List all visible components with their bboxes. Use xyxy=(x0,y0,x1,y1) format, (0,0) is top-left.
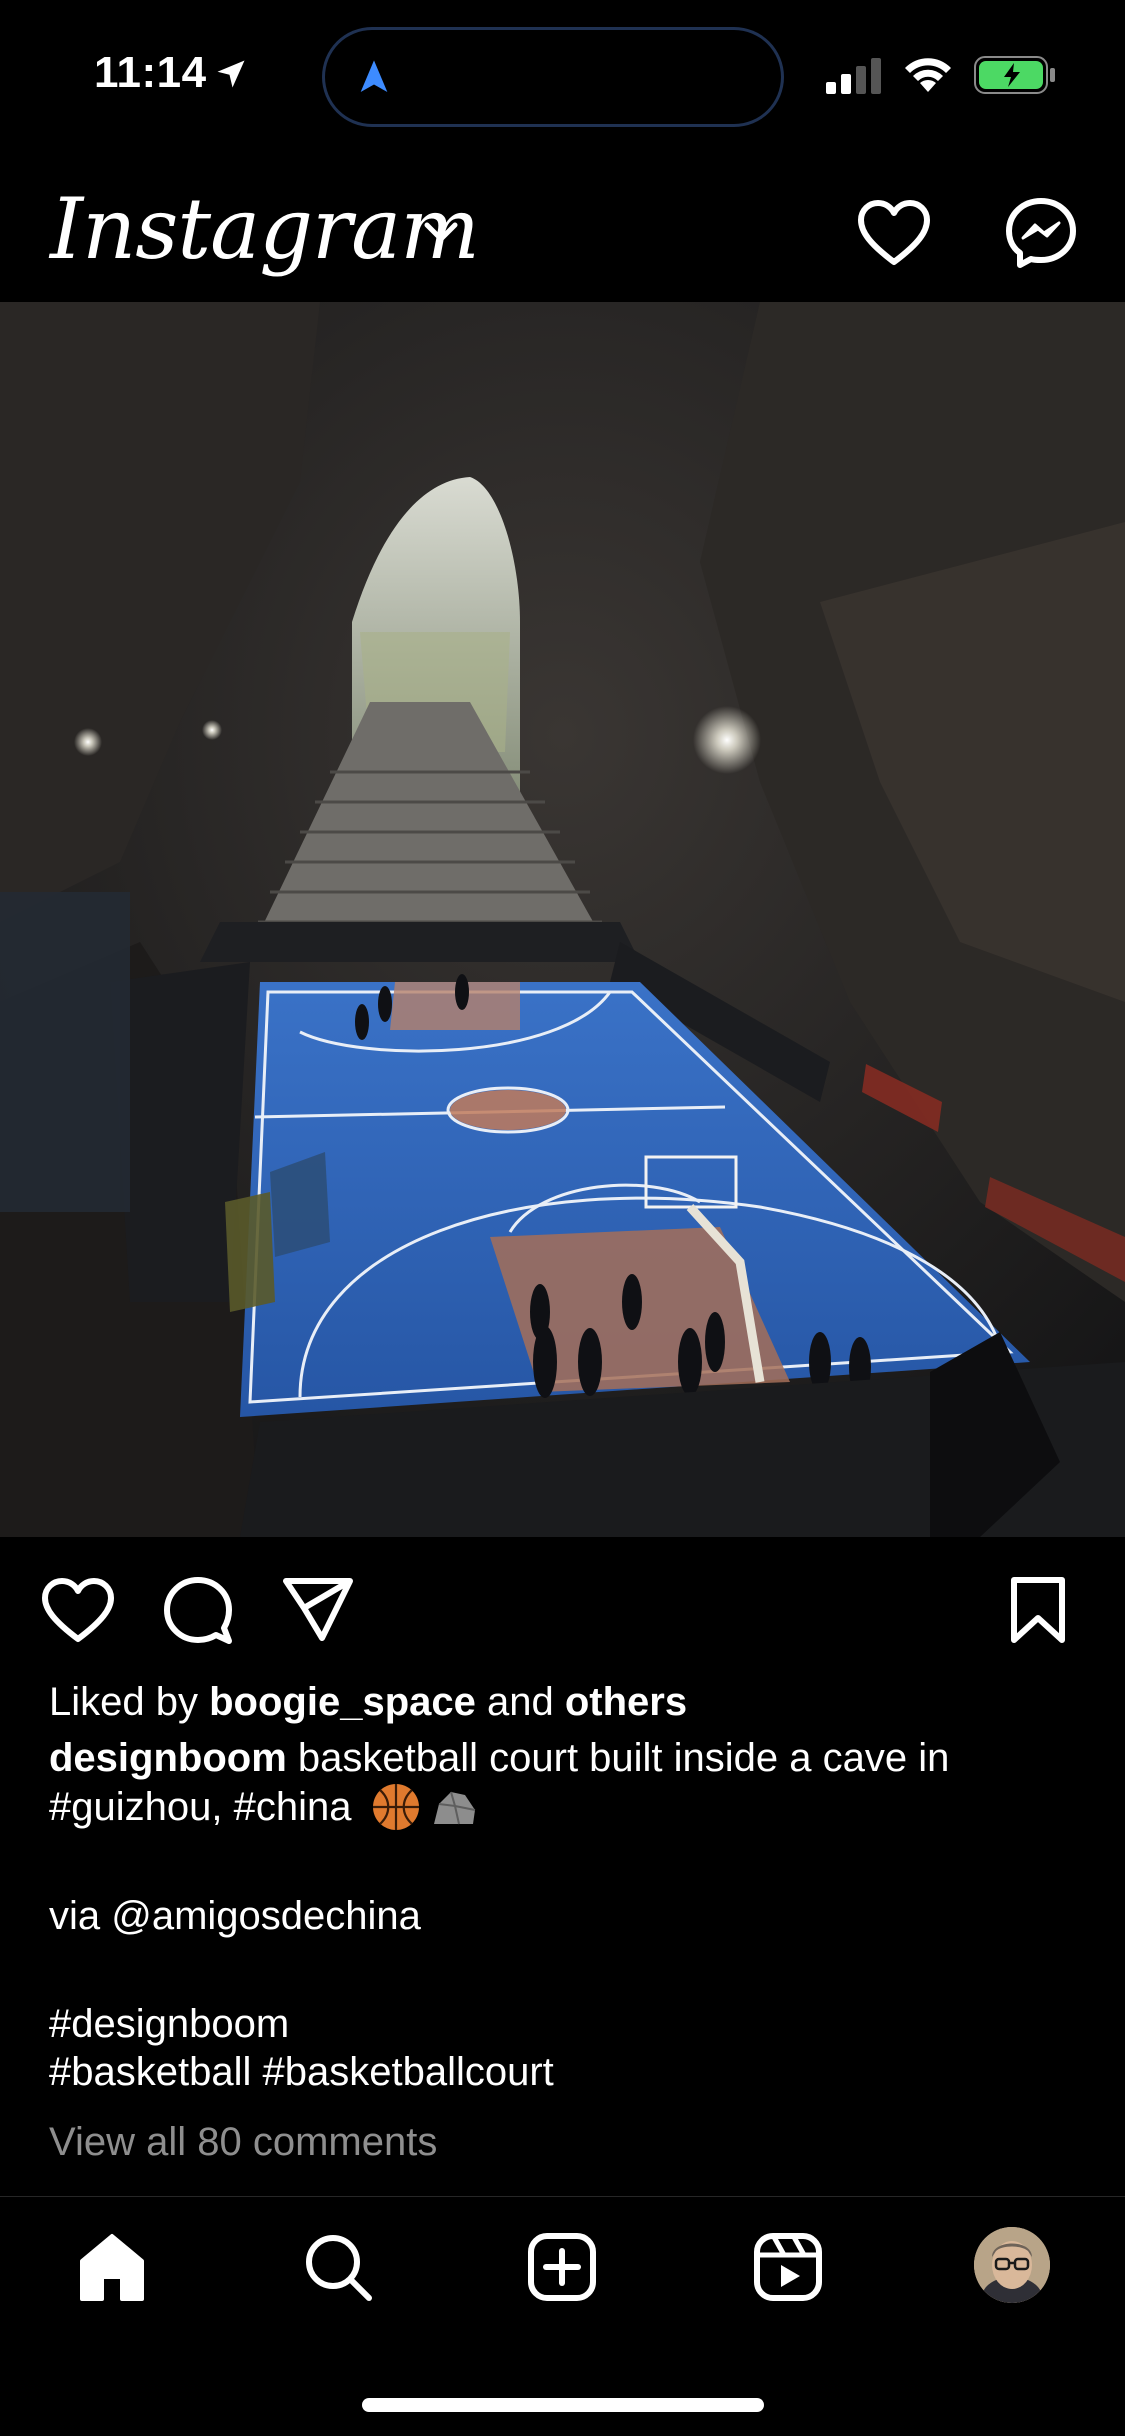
liked-by-user-link[interactable]: boogie_space xyxy=(209,1680,476,1724)
chevron-down-icon[interactable] xyxy=(421,220,461,244)
status-bar: 11:14 xyxy=(0,0,1125,150)
search-icon[interactable] xyxy=(302,2231,374,2303)
home-icon[interactable] xyxy=(76,2231,148,2303)
like-icon[interactable] xyxy=(40,1577,116,1645)
app-header: Instagram xyxy=(0,150,1125,300)
caption-text: designboom basketball court built inside… xyxy=(49,1734,1079,1782)
share-icon[interactable] xyxy=(282,1576,354,1644)
cave-basketball-court-photo xyxy=(0,302,1125,1537)
liked-by-prefix: Liked by xyxy=(49,1680,210,1724)
caption-hashtag-line-1[interactable]: #designboom xyxy=(49,2000,1079,2048)
instagram-logo[interactable]: Instagram xyxy=(50,180,480,278)
basketball-emoji xyxy=(372,1784,419,1830)
heart-icon[interactable] xyxy=(856,198,932,268)
caption-line-1: basketball court built inside a cave in xyxy=(286,1736,950,1780)
view-all-comments-link[interactable]: View all 80 comments xyxy=(49,2118,1079,2166)
caption-hashtag-line-2[interactable]: #basketball #basketballcourt xyxy=(49,2048,1079,2096)
save-icon[interactable] xyxy=(1008,1576,1068,1644)
liked-by-others-link[interactable]: others xyxy=(565,1680,687,1724)
post-image[interactable] xyxy=(0,302,1125,1537)
dynamic-island[interactable] xyxy=(322,27,784,127)
liked-by-line: Liked by boogie_space and others xyxy=(49,1678,1079,1726)
wifi-icon xyxy=(905,58,951,92)
home-indicator[interactable] xyxy=(362,2398,764,2412)
messenger-icon[interactable] xyxy=(1004,196,1078,270)
new-post-icon[interactable] xyxy=(526,2231,598,2303)
battery-charging-icon xyxy=(974,56,1055,94)
post-author-link[interactable]: designboom xyxy=(49,1736,287,1780)
reels-icon[interactable] xyxy=(752,2231,824,2303)
caption-line-2-row: #guizhou, #china xyxy=(49,1782,1079,1832)
profile-avatar[interactable] xyxy=(974,2227,1050,2303)
rock-emoji xyxy=(433,1791,475,1825)
caption-via-line[interactable]: via @amigosdechina xyxy=(49,1892,1079,1940)
status-time: 11:14 xyxy=(94,48,207,97)
caption-line-2[interactable]: #guizhou, #china xyxy=(49,1785,351,1829)
comment-icon[interactable] xyxy=(162,1575,234,1647)
location-arrow-icon xyxy=(217,60,245,88)
avatar-image xyxy=(974,2227,1050,2303)
bottom-nav-bar xyxy=(0,2196,1125,2347)
liked-by-and: and xyxy=(475,1680,565,1724)
navigation-icon xyxy=(360,60,388,92)
post-caption: Liked by boogie_space and others designb… xyxy=(49,1678,1079,2166)
signal-icon xyxy=(826,58,881,94)
